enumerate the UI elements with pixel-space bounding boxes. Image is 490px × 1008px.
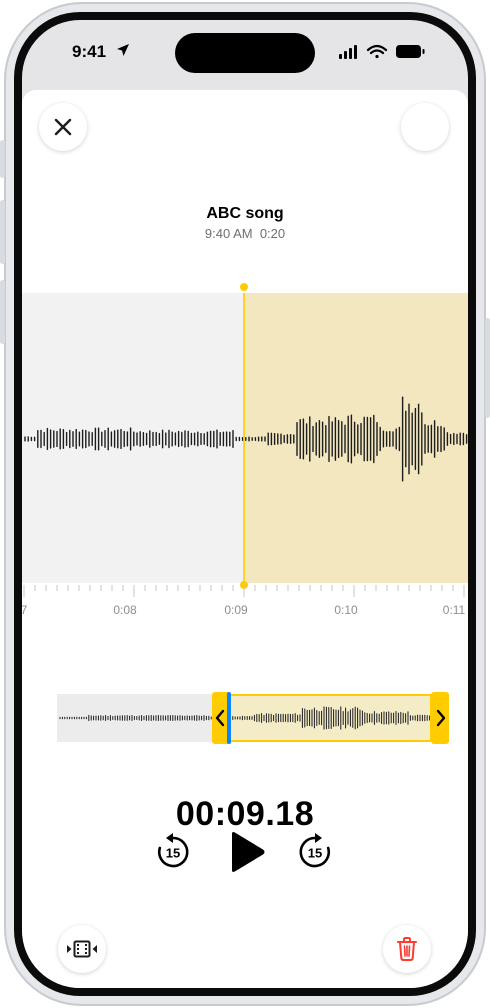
tick-label: 0:08: [113, 603, 137, 617]
recording-title[interactable]: ABC song: [22, 205, 468, 223]
side-button: [0, 140, 5, 178]
tick-label: 0:11: [442, 603, 466, 617]
recording-duration: 0:20: [259, 226, 286, 241]
trim-icon: [67, 940, 97, 958]
options-button[interactable]: [401, 103, 449, 151]
volume-up-button: [0, 200, 5, 264]
play-icon: [232, 832, 265, 872]
skip-back-15-icon: 15: [157, 833, 189, 868]
delete-button[interactable]: [383, 925, 431, 973]
skip-forward-seconds: 15: [308, 846, 322, 861]
tick-label: 7: [22, 603, 28, 617]
skip-forward-15-icon: 15: [299, 833, 331, 868]
playhead: [227, 692, 231, 744]
skip-forward-button[interactable]: 15: [295, 832, 335, 872]
edit-recording-sheet: ABC song 9:40 AM 0:20 7 0:08 0:09 0:10 0…: [22, 90, 468, 988]
volume-down-button: [0, 280, 5, 344]
wifi-icon: [366, 44, 388, 59]
status-time: 9:41: [72, 42, 107, 61]
close-icon: [54, 118, 72, 136]
location-icon: [117, 44, 129, 56]
screen: 9:41 ABC song 9:40 AM 0:20 7 0:08 0:09 0…: [22, 20, 468, 988]
play-button[interactable]: [227, 830, 267, 874]
battery-icon: [396, 45, 425, 58]
dynamic-island: [175, 33, 315, 73]
close-button[interactable]: [39, 103, 87, 151]
power-button: [485, 318, 490, 418]
cellular-signal-icon: [339, 45, 357, 59]
trim-handle-right: [431, 692, 449, 744]
waveform-editor[interactable]: [22, 293, 468, 583]
recording-date: 9:40 AM: [204, 226, 253, 241]
skip-back-button[interactable]: 15: [153, 832, 193, 872]
recording-meta: 9:40 AM 0:20: [22, 226, 468, 241]
trim-button[interactable]: [58, 925, 106, 973]
selection-handle-top[interactable]: [239, 282, 249, 292]
skip-back-seconds: 15: [166, 846, 180, 861]
status-icons: [339, 44, 425, 59]
trash-icon: [397, 937, 417, 961]
overview-scrubber[interactable]: [57, 692, 450, 744]
timeline-ruler: 7 0:08 0:09 0:10 0:11: [22, 585, 468, 617]
tick-label: 0:09: [224, 603, 248, 617]
tick-label: 0:10: [334, 603, 358, 617]
elapsed-time: 00:09.18: [175, 795, 315, 833]
